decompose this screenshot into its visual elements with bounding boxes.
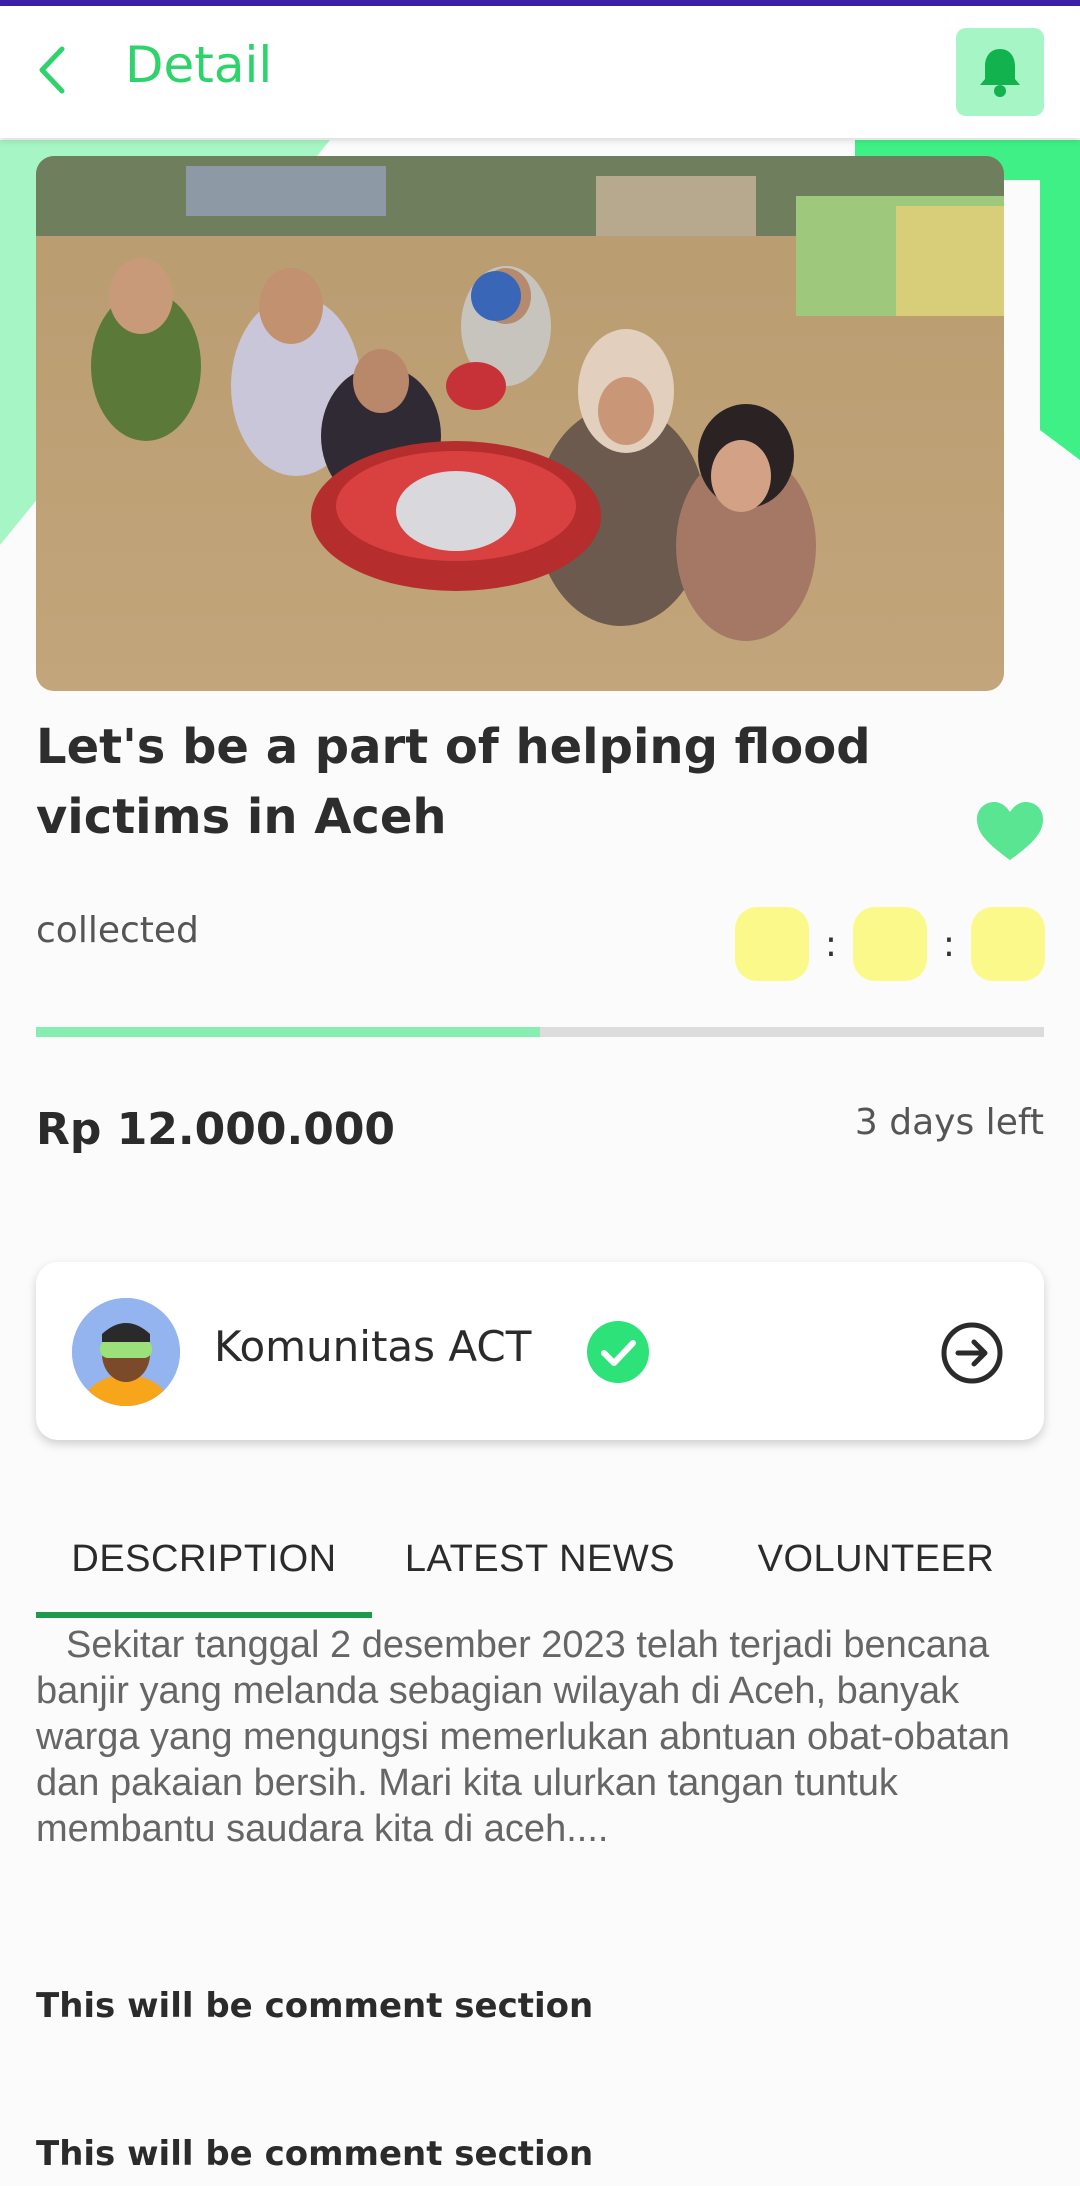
- timer-separator: :: [824, 923, 838, 965]
- organizer-card[interactable]: Komunitas ACT: [36, 1262, 1044, 1440]
- comment-section-placeholder: This will be comment section: [36, 1986, 594, 2026]
- comment-section-placeholder: This will be comment section: [36, 2134, 594, 2174]
- bell-icon: [980, 49, 1020, 97]
- timer-seconds-box: [971, 907, 1045, 981]
- collected-label: collected: [36, 910, 199, 951]
- donation-progress-bar: [36, 1027, 1044, 1037]
- favorite-button[interactable]: [975, 800, 1045, 864]
- progress-fill: [36, 1027, 540, 1037]
- collected-amount: Rp 12.000.000: [36, 1104, 396, 1155]
- flood-victims-photo: [36, 156, 1004, 691]
- campaign-title: Let's be a part of helping flood victims…: [36, 719, 871, 845]
- timer-separator: :: [942, 923, 956, 965]
- organizer-name: Komunitas ACT: [214, 1322, 532, 1371]
- heart-icon: [977, 802, 1043, 860]
- back-button[interactable]: [22, 40, 82, 100]
- description-text: Sekitar tanggal 2 desember 2023 telah te…: [36, 1624, 1010, 1850]
- arrow-right-circle-icon[interactable]: [940, 1321, 1004, 1385]
- timer-minutes-box: [853, 907, 927, 981]
- timer-hours-box: [735, 907, 809, 981]
- tab-latest-news[interactable]: LATEST NEWS: [372, 1500, 708, 1618]
- tab-description[interactable]: DESCRIPTION: [36, 1500, 372, 1618]
- tab-volunteer[interactable]: VOLUNTEER: [708, 1500, 1044, 1618]
- verified-check-icon: [587, 1321, 649, 1383]
- avatar: [72, 1298, 180, 1406]
- tab-bar: DESCRIPTION LATEST NEWS VOLUNTEER: [36, 1500, 1044, 1618]
- hero-image: [36, 156, 1004, 691]
- app-bar: Detail: [0, 6, 1080, 138]
- countdown-timer: : :: [735, 907, 1045, 981]
- active-tab-indicator: [36, 1612, 372, 1618]
- chevron-left-icon: [39, 46, 65, 94]
- days-left: 3 days left: [854, 1102, 1044, 1143]
- notification-button[interactable]: [956, 28, 1044, 116]
- page-title: Detail: [125, 36, 273, 94]
